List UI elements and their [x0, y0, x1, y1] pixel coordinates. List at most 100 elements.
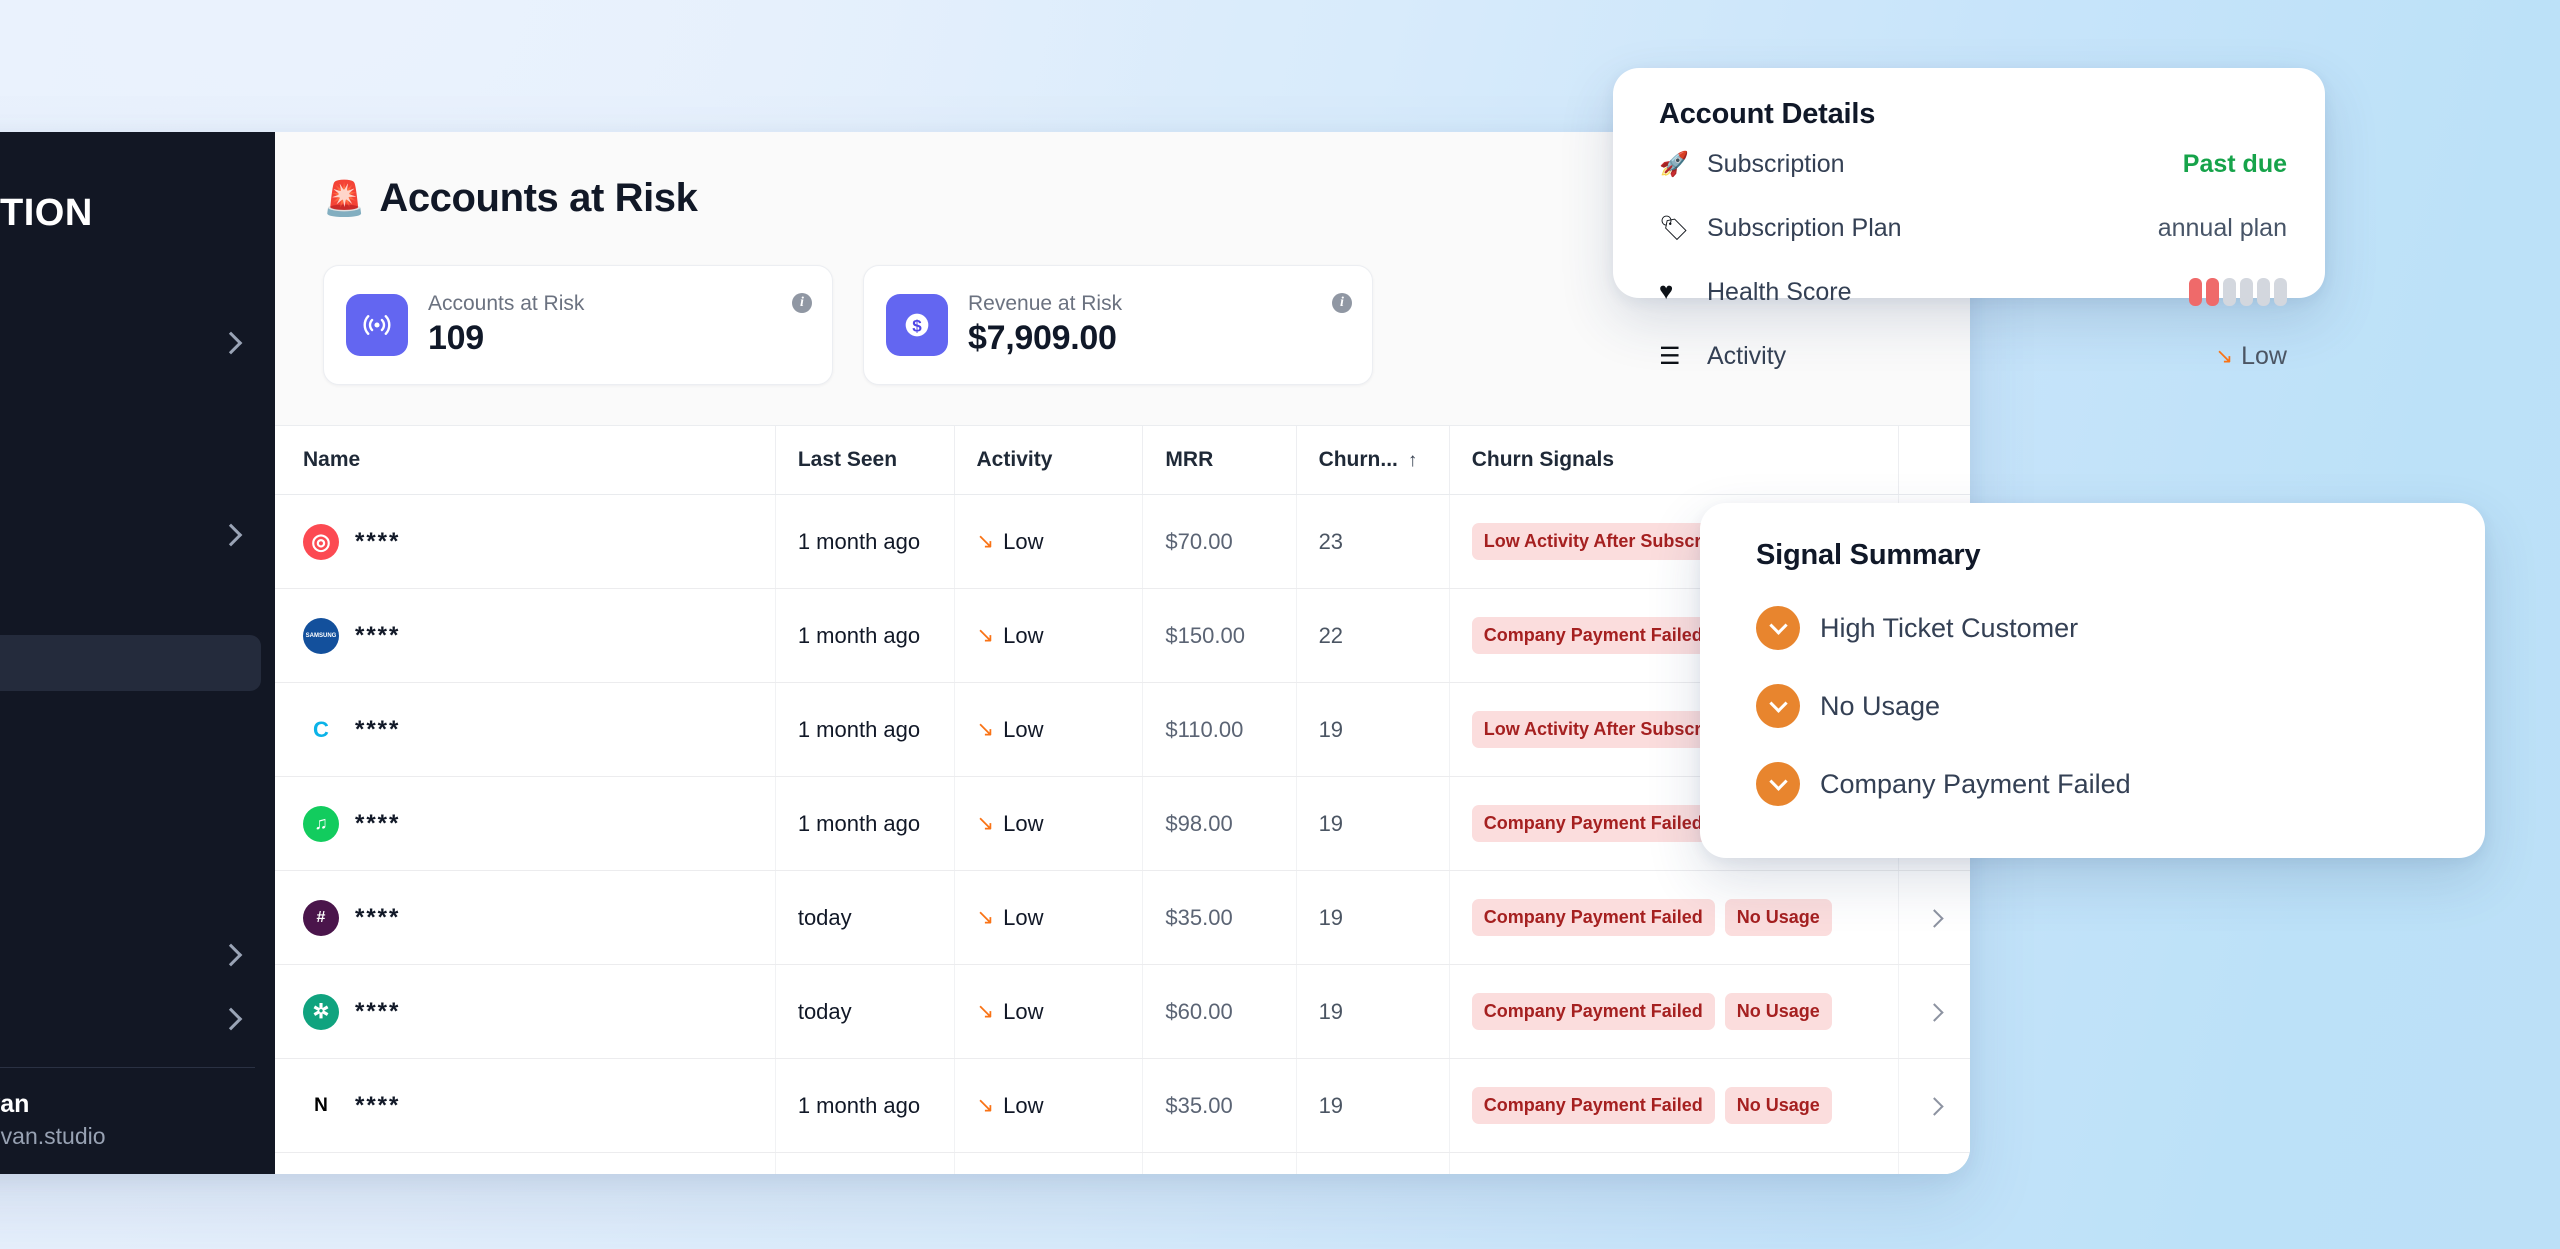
sidebar-item-label: ...cts: [0, 457, 239, 485]
chevron-right-icon[interactable]: [1925, 1096, 1944, 1116]
signal-summary-item[interactable]: High Ticket Customer: [1756, 606, 2485, 650]
signal-summary-label: No Usage: [1820, 690, 1941, 721]
cell-mrr: $110.00: [1142, 682, 1297, 777]
churn-signal-badge: No Usage: [1724, 993, 1832, 1030]
sidebar-nav-bottom: ...gs...: [0, 927, 275, 1055]
chevron-right-icon[interactable]: [1925, 908, 1944, 928]
kpi-card-0: Accounts at Risk 109 i: [323, 265, 833, 385]
chevron-down-icon[interactable]: [1756, 684, 1800, 728]
sidebar-item-3[interactable]: ...nces: [0, 507, 261, 563]
account-detail-value: annual plan: [2157, 213, 2287, 242]
chevron-right-icon: [219, 943, 243, 967]
sidebar-item-label: ...rtunities: [0, 329, 211, 357]
cell-expand[interactable]: [1897, 870, 1970, 965]
health-bar: [2189, 278, 2202, 306]
cell-activity: ↘Low: [953, 494, 1143, 589]
kpi-text: Revenue at Risk $7,909.00: [968, 292, 1122, 358]
trend-down-icon: ↘: [976, 906, 995, 929]
info-icon[interactable]: i: [792, 293, 812, 313]
svg-text:$: $: [912, 317, 922, 336]
table-header-seen[interactable]: Last Seen: [775, 426, 955, 495]
sidebar-nav: ...rtunities ...nts ...cts ...nces ...mers..…: [0, 315, 275, 699]
trend-down-icon: ↘: [976, 1094, 995, 1117]
account-detail-row: ♥ Health Score: [1659, 261, 2287, 323]
signal-summary-item[interactable]: Company Payment Failed: [1756, 762, 2485, 806]
sidebar-item-5[interactable]: ...k: [0, 635, 261, 691]
slack-logo: #: [303, 899, 339, 936]
account-name: ****: [355, 527, 401, 555]
chevron-down-icon[interactable]: [1756, 606, 1800, 650]
table-row[interactable]: ✲ **** today ↘ Low $60.00 19 Company Payment Fa…: [275, 964, 1970, 1059]
activity-level: Low: [2241, 341, 2287, 370]
account-detail-row: 🏷 Subscription Plan annual plan: [1659, 197, 2287, 259]
table-header-sig[interactable]: Churn Signals: [1449, 426, 1899, 495]
churn-signal-badge: Low Activity After Subscript: [1471, 523, 1736, 560]
account-details-card: Account Details 🚀 Subscription Past due 🏷 Su…: [1613, 68, 2325, 370]
cell-activity: ↘Low: [953, 588, 1143, 683]
brand-logo: ERMOTION: [0, 192, 93, 234]
cell-activity: ↘Low: [953, 776, 1143, 871]
table-header-label: MRR: [1165, 448, 1214, 471]
trend-down-icon: ↘: [2215, 344, 2234, 368]
health-bar: [2274, 278, 2287, 306]
churn-signal-badge: No Usage: [1724, 899, 1832, 936]
account-detail-label: Health Score: [1707, 277, 1852, 306]
sidebar-item-label: ...: [0, 1005, 211, 1033]
sidebar-item-label: ...nces: [0, 521, 211, 549]
openai-logo: ✲: [303, 993, 339, 1030]
account-detail-value: Past due: [2182, 149, 2287, 178]
sidebar-profile[interactable]: ...ynep Avan ...ynep@kovan.studio: [0, 1068, 275, 1174]
account-name: ****: [355, 997, 401, 1025]
table-header-label: Activity: [976, 448, 1053, 471]
account-details-rows: 🚀 Subscription Past due 🏷 Subscription Plan a…: [1659, 133, 2287, 387]
cell-last-seen: today: [774, 964, 955, 1059]
cell-name: ✲ ****: [275, 964, 776, 1059]
c-brand-logo: C: [303, 711, 339, 748]
cell-expand[interactable]: [1897, 964, 1970, 1059]
cell-name: ◎ ****: [275, 494, 776, 589]
signal-icon: [346, 294, 408, 356]
table-header-act[interactable]: Activity: [954, 426, 1144, 495]
table-row[interactable]: U****1 month ago↘Low$49.0017Decision Mak…: [275, 1152, 1970, 1174]
sidebar-item-0[interactable]: ...gs: [0, 927, 261, 983]
cell-churn-signals: Company Payment Failed No Usage: [1448, 964, 1899, 1059]
cell-churn-score: 19: [1295, 964, 1450, 1059]
sidebar-item-4[interactable]: ...mers: [0, 571, 261, 627]
table-header-churn[interactable]: Churn... ↑: [1296, 426, 1450, 495]
churn-signal-badge: Company Payment Failed: [1471, 617, 1715, 654]
chevron-right-icon[interactable]: [1925, 1002, 1944, 1022]
cell-last-seen: 1 month ago: [774, 776, 955, 871]
profile-email: ...ynep@kovan.studio: [0, 1123, 106, 1149]
cell-mrr: $49.00: [1142, 1152, 1297, 1174]
cell-churn-score: 19: [1295, 682, 1450, 777]
cell-expand[interactable]: [1897, 1058, 1970, 1153]
cell-activity: ↘Low: [953, 1152, 1143, 1174]
table-row[interactable]: # **** today ↘ Low $35.00 19 Company Payment Fa…: [275, 870, 1970, 965]
sidebar-item-label: ...nts: [0, 393, 239, 421]
signal-summary-item[interactable]: No Usage: [1756, 684, 2485, 728]
sidebar-item-1[interactable]: ...: [0, 991, 261, 1047]
account-detail-row: 🚀 Subscription Past due: [1659, 133, 2287, 195]
info-icon[interactable]: i: [1332, 293, 1352, 313]
chevron-down-icon[interactable]: [1756, 762, 1800, 806]
kpi-card-1: $ Revenue at Risk $7,909.00 i: [863, 265, 1373, 385]
sort-ascending-icon[interactable]: ↑: [1408, 450, 1418, 471]
signal-summary-label: Company Payment Failed: [1820, 768, 2131, 799]
sidebar-item-1[interactable]: ...nts: [0, 379, 261, 435]
headset-brand-logo: ♫: [303, 805, 339, 842]
activity-level: Low: [1003, 1092, 1044, 1118]
table-header-mrr[interactable]: MRR: [1142, 426, 1297, 495]
cell-mrr: $70.00: [1142, 494, 1297, 589]
table-row[interactable]: N **** 1 month ago ↘ Low $35.00 19 Company Paym…: [275, 1058, 1970, 1153]
cell-expand[interactable]: [1897, 1152, 1970, 1174]
table-header-row: Name Last Seen Activity MRR Churn... ↑ Churn S…: [275, 426, 1970, 495]
kpi-value: 109: [428, 319, 484, 357]
activity-level: Low: [1003, 622, 1044, 648]
sidebar-item-2[interactable]: ...cts: [0, 443, 261, 499]
table-header-label: Churn Signals: [1471, 448, 1615, 471]
cell-mrr: $35.00: [1142, 1058, 1297, 1153]
table-header-name[interactable]: Name: [275, 426, 776, 495]
churn-signal-badge: No Usage: [1724, 1087, 1832, 1124]
activity-level: Low: [1003, 904, 1044, 930]
sidebar-item-0[interactable]: ...rtunities: [0, 315, 261, 371]
